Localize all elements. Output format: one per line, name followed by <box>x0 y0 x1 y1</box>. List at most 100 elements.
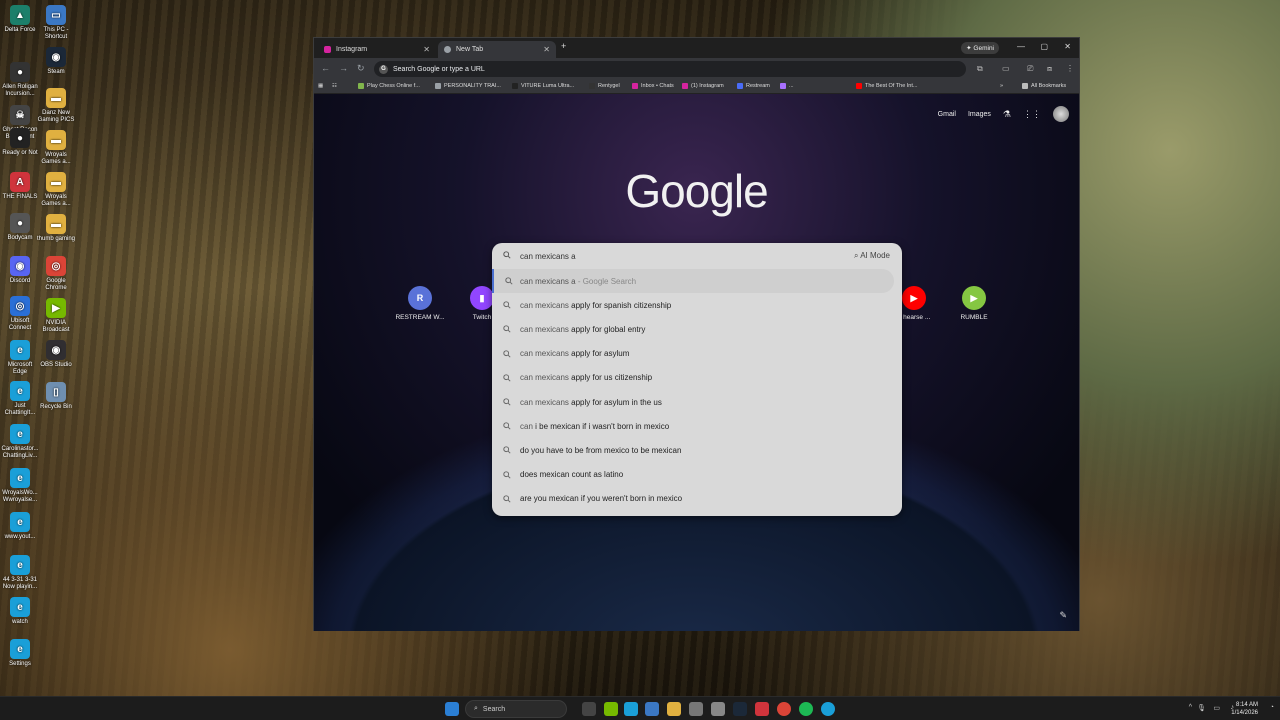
suggestion-item[interactable]: can i be mexican if i wasn't born in mex… <box>492 414 902 438</box>
reload-icon[interactable]: ↻ <box>357 63 365 74</box>
all-bookmarks[interactable]: All Bookmarks <box>1022 83 1066 89</box>
back-icon[interactable]: ← <box>321 63 330 73</box>
tab-instagram[interactable]: Instagram ✕ <box>318 41 436 58</box>
bookmarks-manager-icon[interactable]: ☷ <box>332 83 337 89</box>
bookmark-item[interactable]: (1) Instagram <box>682 83 724 89</box>
search-input[interactable]: can mexicans a ⌕ AI Mode <box>492 243 902 269</box>
new-tab-button[interactable]: + <box>561 41 566 51</box>
desktop-icon[interactable]: ▯ Recycle Bin <box>36 382 76 411</box>
desktop-icon[interactable]: e Settings <box>0 639 40 668</box>
suggestion-item[interactable]: can mexicans apply for us citizenship <box>492 366 902 390</box>
desktop-icon[interactable]: ● Ready or Not <box>0 128 40 157</box>
suggestion-item[interactable]: can mexicans apply for asylum <box>492 342 902 366</box>
desktop-icon[interactable]: ◎ Google Chrome <box>36 256 76 292</box>
start-windows-icon[interactable] <box>445 702 459 716</box>
notification-bell-icon[interactable]: ◔ <box>1270 704 1274 711</box>
gemini-button[interactable]: ✦ Gemini <box>961 42 999 54</box>
minimize-icon[interactable]: — <box>1017 42 1025 51</box>
desktop-icon-label: Wroyals Games a... <box>41 194 71 207</box>
network-icon[interactable]: ▭ <box>1213 704 1220 712</box>
address-bar[interactable]: G Search Google or type a URL <box>374 61 966 77</box>
account-avatar[interactable] <box>1053 106 1069 122</box>
split-view-icon[interactable]: ▭ <box>1002 64 1010 73</box>
suggestion-item[interactable]: are you mexican if you weren't born in m… <box>492 487 902 511</box>
desktop-icon[interactable]: ◎ Ubisoft Connect <box>0 296 40 332</box>
bookmark-item[interactable]: Restream <box>737 83 770 89</box>
close-tab-icon[interactable]: ✕ <box>423 45 430 54</box>
suggestion-item[interactable]: do you have to be from mexico to be mexi… <box>492 438 902 462</box>
gmail-link[interactable]: Gmail <box>938 111 956 118</box>
settings-gear-icon[interactable] <box>711 702 725 716</box>
suggestion-item[interactable]: can mexicans apply for global entry <box>492 317 902 341</box>
extensions-icon[interactable]: ⧉ <box>977 64 983 74</box>
suggestion-item[interactable]: can mexicans apply for asylum in the us <box>492 390 902 414</box>
ai-mode-button[interactable]: ⌕ AI Mode <box>854 251 890 261</box>
close-tab-icon[interactable]: ✕ <box>543 45 550 54</box>
shortcut-restream[interactable]: R RESTREAM W... <box>390 286 450 321</box>
tab-new-tab[interactable]: New Tab ✕ <box>438 41 556 58</box>
desktop-icon[interactable]: ▬ Wroyals Games a... <box>36 130 76 166</box>
desktop-icon[interactable]: e Just ChattingIt... <box>0 381 40 417</box>
steam-icon[interactable] <box>733 702 747 716</box>
store-icon[interactable] <box>645 702 659 716</box>
desktop-icon[interactable]: ● Allen Roligan Incursion... <box>0 62 40 98</box>
clipboard-icon[interactable] <box>689 702 703 716</box>
puzzle-icon[interactable]: ⧈ <box>1047 64 1052 74</box>
images-link[interactable]: Images <box>968 111 991 118</box>
edge-icon[interactable] <box>624 702 638 716</box>
desktop-icon[interactable]: ▭ This PC - Shortcut <box>36 5 76 41</box>
nvidia-icon[interactable] <box>604 702 618 716</box>
bookmark-item[interactable]: Play Chess Online f... <box>358 83 420 89</box>
maximize-icon[interactable]: ▢ <box>1040 42 1048 51</box>
suggestion-item[interactable]: can mexicans apply for spanish citizensh… <box>492 293 902 317</box>
microphone-icon[interactable]: 🎙 <box>1197 704 1206 712</box>
bookmark-item[interactable]: VITURE Luma Ultra... <box>512 83 574 89</box>
bookmark-item[interactable]: PERSONALITY TRAI... <box>435 83 501 89</box>
menu-icon[interactable]: ⋮ <box>1066 64 1074 73</box>
file-explorer-icon[interactable] <box>667 702 681 716</box>
taskbar-search[interactable]: ⌕ Search <box>465 700 567 718</box>
desktop-icon[interactable]: ▲ Delta Force <box>0 5 40 34</box>
desktop-icon[interactable]: e Carolinastor... ChattingLiv... <box>0 424 40 460</box>
suggestion-item[interactable]: does mexican count as latino <box>492 463 902 487</box>
bookmarks-overflow-icon[interactable]: » <box>1000 83 1003 89</box>
desktop-icon[interactable]: e watch <box>0 597 40 626</box>
window-close-icon[interactable]: ✕ <box>1064 42 1071 51</box>
chrome-taskbar-icon[interactable] <box>777 702 791 716</box>
customize-pencil-icon[interactable]: ✎ <box>1059 610 1067 621</box>
desktop-icon[interactable]: ▬ Danz New Gaming PICS <box>36 88 76 124</box>
suggestion-item[interactable]: can mexicans a - Google Search <box>492 269 894 294</box>
desktop-app-icon: ◎ <box>10 296 30 316</box>
desktop-icon[interactable]: ▬ thumb gaming <box>36 214 76 243</box>
desktop-icon-label: 44 3-31 3-31 Now playin... <box>2 577 38 590</box>
desktop-icon[interactable]: ◉ Steam <box>36 47 76 76</box>
taskbar-clock[interactable]: 8:14 AM 1/14/2026 <box>1231 701 1258 717</box>
desktop-icon[interactable]: e Microsoft Edge <box>0 340 40 376</box>
google-apps-icon[interactable]: ⋮⋮ <box>1023 109 1041 120</box>
forward-icon[interactable]: → <box>339 63 348 73</box>
desktop-icon[interactable]: ◉ Discord <box>0 256 40 285</box>
desktop-icon[interactable]: ◉ OBS Studio <box>36 340 76 369</box>
profile-icon[interactable]: ⎚ <box>1027 64 1033 74</box>
desktop-icon[interactable]: A THE FINALS <box>0 172 40 201</box>
edge-taskbar-icon[interactable] <box>821 702 835 716</box>
desktop-app-icon: ◉ <box>46 47 66 67</box>
bookmark-item[interactable]: Inbox • Chats <box>632 83 674 89</box>
shortcut-rumble[interactable]: ▶ RUMBLE <box>944 286 1004 321</box>
desktop-icon[interactable]: ▬ Wroyals Games a... <box>36 172 76 208</box>
bookmark-item[interactable]: ... <box>780 83 794 89</box>
tray-overflow-icon[interactable]: ^ <box>1189 704 1192 711</box>
desktop-icon[interactable]: ▶ NVIDIA Broadcast <box>36 298 76 334</box>
bookmark-item[interactable]: The Best Of The Int... <box>856 83 917 89</box>
desktop-icon[interactable]: e 44 3-31 3-31 Now playin... <box>0 555 40 591</box>
labs-flask-icon[interactable]: ⚗ <box>1003 109 1011 120</box>
desktop-icon[interactable]: e WroyalsWo... Wwroyalse... <box>0 468 40 504</box>
desktop-icon[interactable]: e www.yout... <box>0 512 40 541</box>
task-view-icon[interactable] <box>582 702 596 716</box>
bookmark-item[interactable]: Rentygel <box>589 83 620 89</box>
apps-icon[interactable]: ▦ <box>318 83 323 89</box>
app-icon[interactable] <box>755 702 769 716</box>
desktop-icon-label: This PC - Shortcut <box>43 27 69 40</box>
desktop-icon[interactable]: ● Bodycam <box>0 213 40 242</box>
spotify-icon[interactable] <box>799 702 813 716</box>
